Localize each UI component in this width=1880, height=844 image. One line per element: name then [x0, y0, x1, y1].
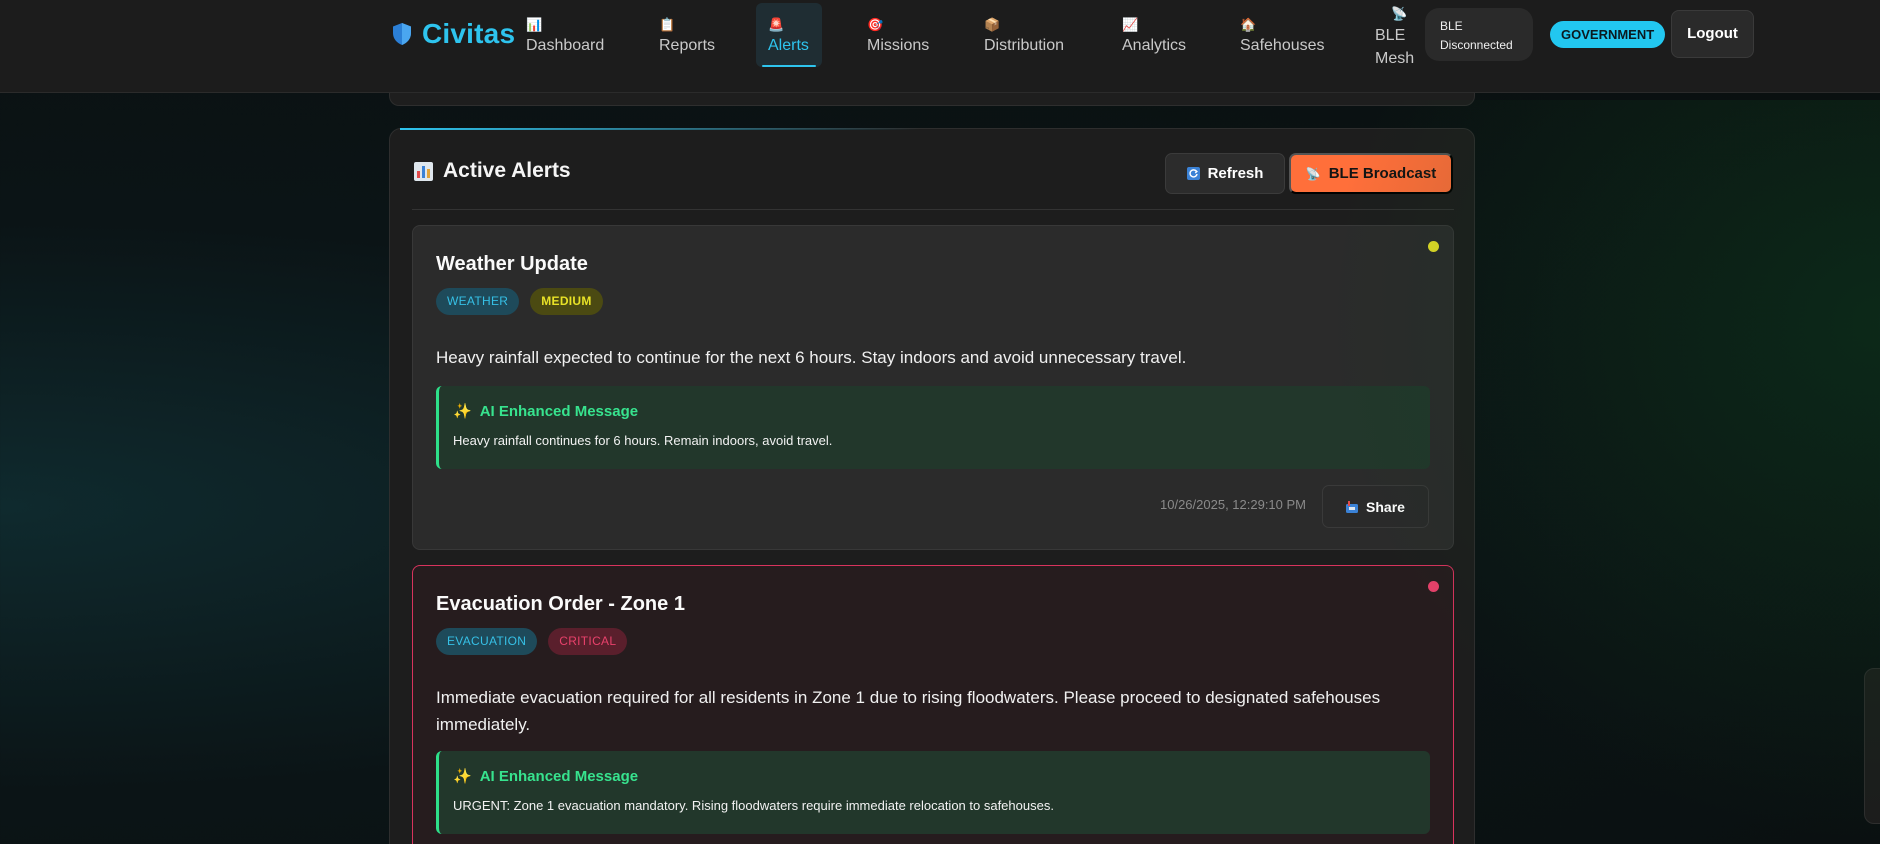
top-navbar: Civitas 📊 Dashboard 📋 Reports 🚨 Alerts 🎯… [0, 0, 1880, 93]
alert-type-badge: WEATHER [436, 288, 520, 315]
nav-item-analytics[interactable]: 📈 Analytics [1110, 3, 1198, 67]
alert-severity-badge: MEDIUM [530, 288, 603, 315]
share-label: Share [1366, 498, 1405, 515]
alert-tags: WEATHER MEDIUM [436, 288, 603, 315]
nav-label: Dashboard [526, 37, 605, 54]
nav-item-alerts[interactable]: 🚨 Alerts [756, 3, 822, 67]
panel-header: Active Alerts [414, 159, 571, 183]
satellite-dish-icon: 📡 [1305, 166, 1321, 181]
refresh-button[interactable]: Refresh [1165, 153, 1285, 194]
ble-status-indicator: BLE Disconnected [1425, 8, 1533, 61]
nav-item-missions[interactable]: 🎯 Missions [855, 3, 941, 67]
bar-chart-icon [414, 161, 433, 181]
satellite-dish-icon: 📡 [1391, 6, 1408, 21]
brand-name: Civitas [422, 18, 516, 49]
active-alerts-panel: Active Alerts Refresh 📡 BLE Broadcast We… [389, 128, 1475, 844]
ai-heading: ✨ AI Enhanced Message [453, 767, 1416, 786]
alert-card: Evacuation Order - Zone 1 EVACUATION CRI… [412, 565, 1454, 844]
nav-item-safehouses[interactable]: 🏠 Safehouses [1228, 3, 1337, 67]
ble-status-label: BLE [1440, 19, 1463, 33]
alert-severity-badge: CRITICAL [548, 628, 628, 655]
role-badge: GOVERNMENT [1550, 21, 1666, 48]
alert-timestamp: 10/26/2025, 12:29:10 PM [1160, 497, 1307, 512]
nav-label: Reports [659, 37, 716, 54]
alert-tags: EVACUATION CRITICAL [436, 628, 628, 655]
ai-enhanced-message: ✨ AI Enhanced Message Heavy rainfall con… [436, 386, 1430, 469]
alert-title: Evacuation Order - Zone 1 [436, 593, 685, 615]
nav-item-ble-mesh[interactable]: 📡 BLE Mesh [1363, 0, 1426, 67]
divider [412, 209, 1454, 210]
severity-indicator [1428, 581, 1439, 592]
nav-label: Distribution [984, 37, 1065, 54]
clipboard-icon: 📋 [659, 17, 676, 32]
ai-message-text: Heavy rainfall continues for 6 hours. Re… [453, 433, 833, 448]
bar-chart-icon: 📊 [526, 17, 543, 32]
house-icon: 🏠 [1240, 17, 1257, 32]
alert-type-badge: EVACUATION [436, 628, 538, 655]
ai-message-text: URGENT: Zone 1 evacuation mandatory. Ris… [453, 798, 1054, 813]
nav-label: Alerts [768, 37, 809, 54]
siren-icon: 🚨 [768, 17, 785, 32]
ble-status-value: Disconnected [1440, 38, 1513, 52]
refresh-icon [1186, 167, 1200, 180]
floating-panel-edge [1864, 668, 1880, 824]
brand[interactable]: Civitas [392, 18, 515, 50]
refresh-label: Refresh [1207, 165, 1264, 182]
nav-label-line1: BLE [1375, 27, 1406, 44]
nav-label: Safehouses [1240, 37, 1325, 54]
nav-label: Analytics [1122, 37, 1187, 54]
alert-message: Immediate evacuation required for all re… [436, 688, 1381, 734]
alert-title: Weather Update [436, 253, 588, 275]
panel-title: Active Alerts [443, 159, 571, 182]
line-chart-icon: 📈 [1122, 17, 1139, 32]
alert-card: Weather Update WEATHER MEDIUM Heavy rain… [412, 225, 1454, 550]
ai-enhanced-message: ✨ AI Enhanced Message URGENT: Zone 1 eva… [436, 751, 1430, 834]
severity-indicator [1428, 241, 1439, 252]
nav-item-distribution[interactable]: 📦 Distribution [972, 3, 1076, 67]
ble-broadcast-button[interactable]: 📡 BLE Broadcast [1289, 153, 1453, 194]
target-icon: 🎯 [867, 17, 884, 32]
sparkles-icon: ✨ [453, 768, 472, 785]
nav-item-dashboard[interactable]: 📊 Dashboard [514, 3, 616, 67]
nav-label: Missions [867, 37, 930, 54]
ai-heading-label: AI Enhanced Message [479, 767, 639, 785]
nav-item-reports[interactable]: 📋 Reports [647, 3, 727, 67]
sparkles-icon: ✨ [453, 403, 472, 420]
ble-broadcast-label: BLE Broadcast [1328, 165, 1437, 182]
ai-heading: ✨ AI Enhanced Message [453, 402, 1416, 421]
mailbox-icon [1346, 500, 1359, 513]
alert-message: Heavy rainfall expected to continue for … [436, 348, 1187, 367]
shield-icon [393, 23, 411, 45]
ai-heading-label: AI Enhanced Message [479, 402, 639, 420]
nav-label-line2: Mesh [1375, 50, 1415, 67]
package-icon: 📦 [984, 17, 1001, 32]
logout-button[interactable]: Logout [1671, 10, 1754, 58]
share-button[interactable]: Share [1322, 485, 1429, 528]
